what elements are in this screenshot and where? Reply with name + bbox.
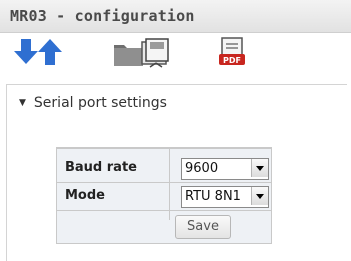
window-title: MR03 - configuration <box>10 7 195 25</box>
mode-select[interactable]: RTU 8N1 <box>181 186 269 208</box>
pdf-icon[interactable]: PDF <box>216 36 248 68</box>
section-title: Serial port settings <box>33 95 167 111</box>
mode-label: Mode <box>65 188 105 203</box>
baud-rate-select[interactable]: 9600 <box>181 158 269 180</box>
form-row-baud-rate: Baud rate 9600 <box>57 156 271 182</box>
row-divider <box>57 210 271 211</box>
save-button[interactable]: Save <box>175 215 231 239</box>
mode-value: RTU 8N1 <box>185 189 241 204</box>
row-divider <box>57 148 271 149</box>
svg-text:PDF: PDF <box>223 56 241 65</box>
arrow-up-icon[interactable] <box>36 36 68 68</box>
caret-down-icon: ▼ <box>19 98 26 108</box>
title-bar: MR03 - configuration <box>0 0 351 33</box>
form-row-mode: Mode RTU 8N1 <box>57 184 271 210</box>
chevron-down-icon[interactable] <box>251 187 268 205</box>
toolbar: PDF <box>0 32 351 74</box>
chevron-down-icon[interactable] <box>251 159 268 177</box>
baud-rate-label: Baud rate <box>65 160 137 175</box>
folder-save-icon[interactable] <box>112 36 176 68</box>
section-toggle[interactable]: ▼ Serial port settings <box>19 95 167 113</box>
baud-rate-value: 9600 <box>185 161 219 176</box>
row-divider <box>57 182 271 183</box>
serial-settings-form: Baud rate 9600 Mode RTU 8N1 Save <box>56 147 272 244</box>
